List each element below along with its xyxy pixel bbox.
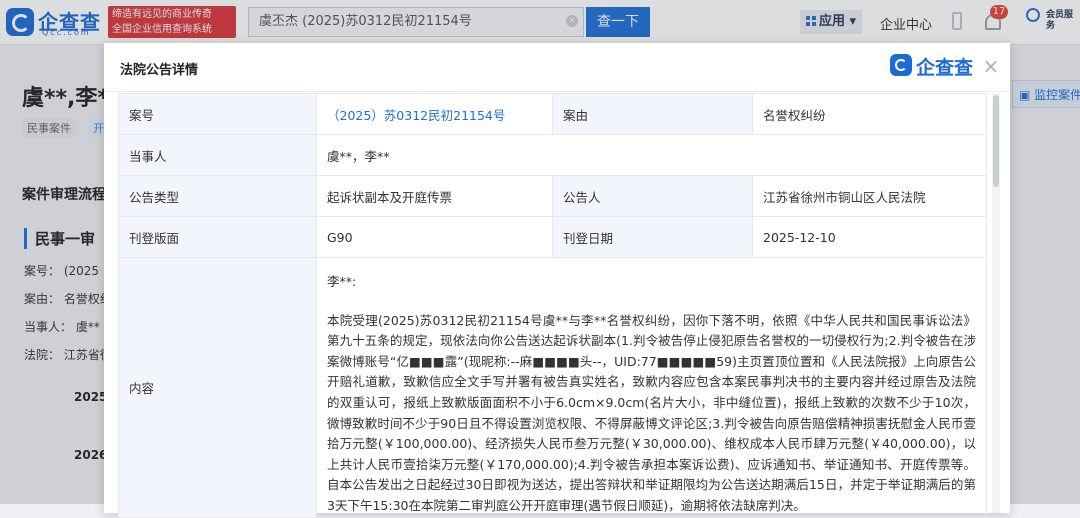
modal-header: 法院公告详情 企查查 × [104,43,1010,92]
publish-page-value: G90 [316,216,553,258]
cause-value: 名誉权纠纷 [752,93,987,135]
content-value: 李**: 本院受理(2025)苏0312民初21154号虞**与李**名誉权纠纷… [316,257,987,518]
content-body: 本院受理(2025)苏0312民初21154号虞**与李**名誉权纠纷，因你下落… [327,312,976,513]
notice-type-value: 起诉状副本及开庭传票 [316,175,553,217]
qcc-brand-icon [890,54,912,76]
table-row: 案号 （2025）苏0312民初21154号 案由 名誉权纠纷 [118,93,987,135]
publish-page-label: 刊登版面 [118,216,317,258]
party-value: 虞**，李** [316,134,987,176]
scrollbar-thumb[interactable] [993,95,999,187]
table-row: 当事人 虞**，李** [118,134,987,176]
brand-text: 企查查 [916,57,974,79]
notice-detail-table: 案号 （2025）苏0312民初21154号 案由 名誉权纠纷 当事人 虞**，… [118,93,987,518]
cause-label: 案由 [552,93,753,135]
table-row: 刊登版面 G90 刊登日期 2025-12-10 [118,216,987,258]
publish-date-label: 刊登日期 [552,216,753,258]
publish-date-value: 2025-12-10 [752,216,987,258]
content-addressee: 李**: [327,274,357,289]
table-row: 内容 李**: 本院受理(2025)苏0312民初21154号虞**与李**名誉… [118,257,987,518]
case-no-link[interactable]: （2025）苏0312民初21154号 [327,108,505,123]
announcer-label: 公告人 [552,175,753,217]
party-label: 当事人 [118,134,317,176]
close-icon[interactable]: × [980,55,1002,77]
modal-title: 法院公告详情 [120,63,199,78]
court-notice-modal: 法院公告详情 企查查 × 案号 （2025）苏0312民初21154号 案由 名… [104,43,1010,518]
case-no-label: 案号 [118,93,317,135]
notice-type-label: 公告类型 [118,175,317,217]
announcer-value: 江苏省徐州市铜山区人民法院 [752,175,987,217]
content-label: 内容 [118,257,317,518]
case-no-value: （2025）苏0312民初21154号 [316,93,553,135]
table-row: 公告类型 起诉状副本及开庭传票 公告人 江苏省徐州市铜山区人民法院 [118,175,987,217]
